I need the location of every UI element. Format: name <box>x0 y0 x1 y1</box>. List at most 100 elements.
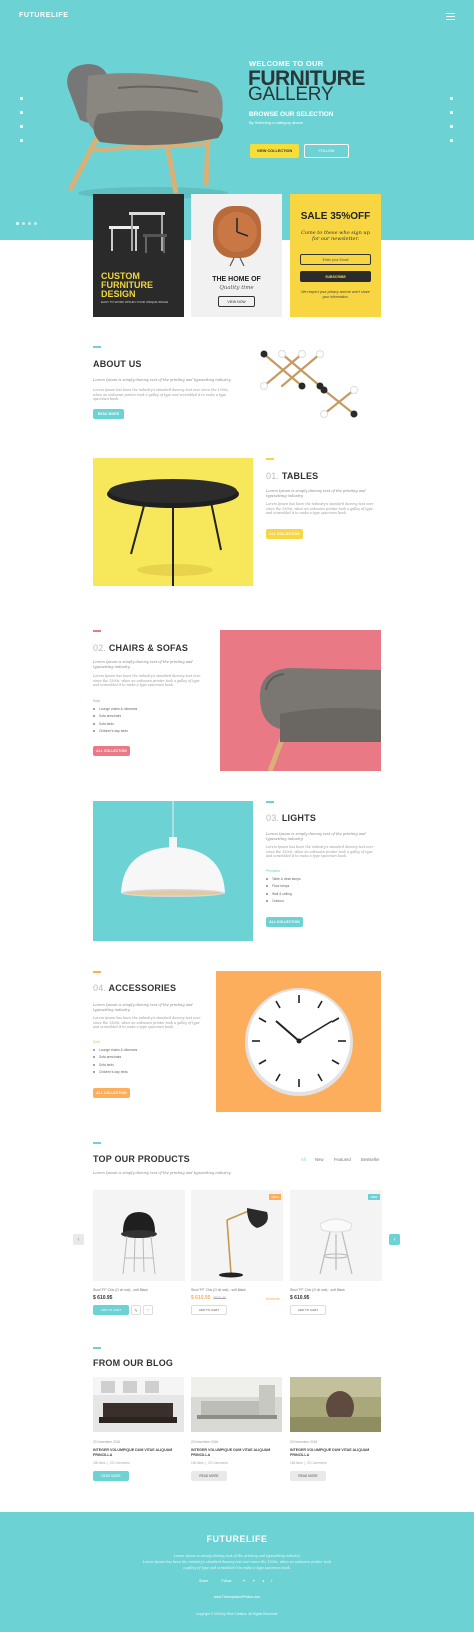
slider-dot[interactable] <box>34 222 37 225</box>
promo-dark-subtitle: EASY TO WORK WITHIN YOUR UNIQUE SPACE <box>101 300 169 304</box>
promo-card-home-clock[interactable]: THE HOME OF Quality time VIEW NOW <box>191 194 282 317</box>
hero-side-bullet[interactable] <box>450 125 453 128</box>
list-item[interactable]: Sofa beds <box>93 721 137 729</box>
hero-side-bullet[interactable] <box>20 139 23 142</box>
product-price: $ 610.95 $870.95 <box>191 1295 227 1301</box>
add-to-cart-button[interactable]: ADD TO CART <box>191 1305 227 1315</box>
footer-text: a galley of type and scrambled it to mak… <box>183 1566 291 1570</box>
slider-dot[interactable] <box>28 222 31 225</box>
hero-side-bullet[interactable] <box>450 97 453 100</box>
blog-meta: 166 likes | 23 Comments <box>290 1461 327 1465</box>
pinterest-icon[interactable]: ● <box>262 1579 264 1583</box>
lights-all-collection-button[interactable]: ALL COLLECTION <box>266 917 303 927</box>
tables-all-collection-button[interactable]: ALL COLLECTION <box>266 529 303 539</box>
tab-new[interactable]: New <box>315 1157 323 1162</box>
chairs-list: Sofa Lounge chairs & ottomans Sofa armch… <box>93 698 137 736</box>
white-stool-image <box>319 1218 353 1275</box>
list-item[interactable]: Floor lamps <box>266 883 301 891</box>
blog-post-title[interactable]: INTEGER VOLUMPIQUE DUM VITAE ALIQUAM PRI… <box>93 1448 184 1458</box>
accessories-all-collection-button[interactable]: ALL COLLECTION <box>93 1088 130 1098</box>
twitter-icon[interactable]: ✦ <box>242 1579 245 1583</box>
chairs-lead: Lorem Ipsum is simply dummy text of the … <box>93 660 193 669</box>
list-item[interactable]: Wall & ceiling <box>266 891 301 899</box>
accessories-image <box>216 971 381 1112</box>
list-heading[interactable]: Pendants <box>266 868 301 876</box>
hero-side-bullet[interactable] <box>20 125 23 128</box>
read-more-button[interactable]: READ MORE <box>290 1471 326 1481</box>
add-to-cart-button[interactable]: ADD TO CART <box>93 1305 129 1315</box>
sale-title: SALE 35%OFF <box>300 211 371 222</box>
blog-title: FROM OUR BLOG <box>93 1358 174 1368</box>
tab-bestseller[interactable]: Bestseller <box>361 1157 379 1162</box>
wishlist-heart-icon[interactable]: ♡ <box>143 1305 153 1315</box>
section-accent <box>93 630 101 632</box>
list-item[interactable]: Table & desk lamps <box>266 876 301 884</box>
sale-description: Come to these who sign up for our newsle… <box>301 230 370 242</box>
accessories-list: Sofa Lounge chairs & ottomans Sofa armch… <box>93 1039 137 1077</box>
product-name[interactable]: Stool 'FF' Chic (O oil rust) - soft Blac… <box>191 1288 246 1292</box>
promo-card-custom-design[interactable]: CUSTOM FURNITURE DESIGN EASY TO WORK WIT… <box>93 194 184 317</box>
follow-button[interactable]: FOLLOW <box>304 144 349 158</box>
footer-logo[interactable]: FUTURELIFE <box>0 1534 474 1544</box>
list-item[interactable]: Lounge chairs & ottomans <box>93 706 137 714</box>
product-name[interactable]: Stool 'FF' Chic (O oil rust) - soft Blac… <box>290 1288 345 1292</box>
about-lead: Lorem Ipsum is simply dummy text of the … <box>93 378 232 382</box>
view-collection-button[interactable]: VIEW COLLECTION <box>250 144 299 158</box>
carousel-next-icon[interactable]: › <box>389 1234 400 1245</box>
blog-image-outdoor[interactable] <box>290 1377 381 1432</box>
list-heading[interactable]: Sofa <box>93 698 137 706</box>
slider-dot[interactable] <box>22 222 25 225</box>
blog-image-living-room[interactable] <box>93 1377 184 1432</box>
chairs-title: 02. CHAIRS & SOFAS <box>93 643 189 653</box>
list-item[interactable]: Sofa armchairs <box>93 1054 137 1062</box>
section-accent <box>266 801 274 803</box>
blog-meta: 166 likes | 23 Comments <box>93 1461 130 1465</box>
compare-icon[interactable]: ✎ <box>131 1305 141 1315</box>
hero-side-bullet[interactable] <box>20 111 23 114</box>
subscribe-button[interactable]: SUBSCRIBE <box>300 271 371 282</box>
list-heading[interactable]: Sofa <box>93 1039 137 1047</box>
product-name[interactable]: Stool 'FF' Chic (O oil rust) - soft Blac… <box>93 1288 148 1292</box>
read-more-button[interactable]: READ MORE <box>93 1471 129 1481</box>
hero-side-bullet[interactable] <box>20 97 23 100</box>
slider-dot-active[interactable] <box>16 222 19 225</box>
list-item[interactable]: Lounge chairs & ottomans <box>93 1047 137 1055</box>
products-title: TOP OUR PRODUCTS <box>93 1154 190 1164</box>
product-card[interactable] <box>93 1190 185 1281</box>
blog-image-kitchen[interactable] <box>191 1377 282 1432</box>
add-to-cart-button[interactable]: ADD TO CART <box>290 1305 326 1315</box>
promo-card-sale: SALE 35%OFF Come to these who sign up fo… <box>290 194 381 317</box>
footer-website[interactable]: www.TheInspirationPhotos.com <box>0 1595 474 1599</box>
list-item[interactable]: Sofa beds <box>93 1062 137 1070</box>
chairs-all-collection-button[interactable]: ALL COLLECTION <box>93 746 130 756</box>
list-item[interactable]: Outdoor <box>266 898 301 906</box>
section-accent <box>93 1142 101 1144</box>
about-paragraph: Lorem Ipsum has been the industry's stan… <box>93 388 229 402</box>
read-more-button[interactable]: READ MORE <box>93 409 124 419</box>
product-card[interactable]: NEW <box>290 1190 382 1281</box>
nesting-tables-image <box>109 212 167 253</box>
hero-side-bullet[interactable] <box>450 139 453 142</box>
view-now-button[interactable]: VIEW NOW <box>218 296 255 307</box>
read-more-button[interactable]: READ MORE <box>191 1471 227 1481</box>
hero-browse: BROWSE OUR SELECTION <box>249 111 334 118</box>
hero-side-bullet[interactable] <box>450 111 453 114</box>
new-badge: NEW <box>368 1194 380 1200</box>
list-item[interactable]: Sofa armchairs <box>93 713 137 721</box>
hamburger-menu-icon[interactable] <box>446 13 455 20</box>
product-card[interactable]: SALE <box>191 1190 283 1281</box>
tables-image <box>93 458 253 586</box>
tab-featured[interactable]: Featured <box>334 1157 351 1162</box>
tables-paragraph: Lorem Ipsum has been the industry's stan… <box>266 502 374 516</box>
list-item[interactable]: Children's day beds <box>93 728 137 736</box>
promo-clock-title: THE HOME OF <box>212 276 261 283</box>
list-item[interactable]: Children's day beds <box>93 1069 137 1077</box>
blog-post-title[interactable]: INTEGER VOLUMPIQUE DUM VITAE ALIQUAM PRI… <box>191 1448 282 1458</box>
twitter-icon-2[interactable]: ✦ <box>252 1579 255 1583</box>
tab-all[interactable]: All <box>301 1157 306 1162</box>
carousel-prev-icon[interactable]: ‹ <box>73 1234 84 1245</box>
facebook-icon[interactable]: f <box>271 1579 272 1583</box>
newsletter-email-input[interactable]: Enter your Email <box>300 254 371 265</box>
blog-post-title[interactable]: INTEGER VOLUMPIQUE DUM VITAE ALIQUAM PRI… <box>290 1448 381 1458</box>
site-logo[interactable]: FUTURELIFE <box>19 12 69 19</box>
